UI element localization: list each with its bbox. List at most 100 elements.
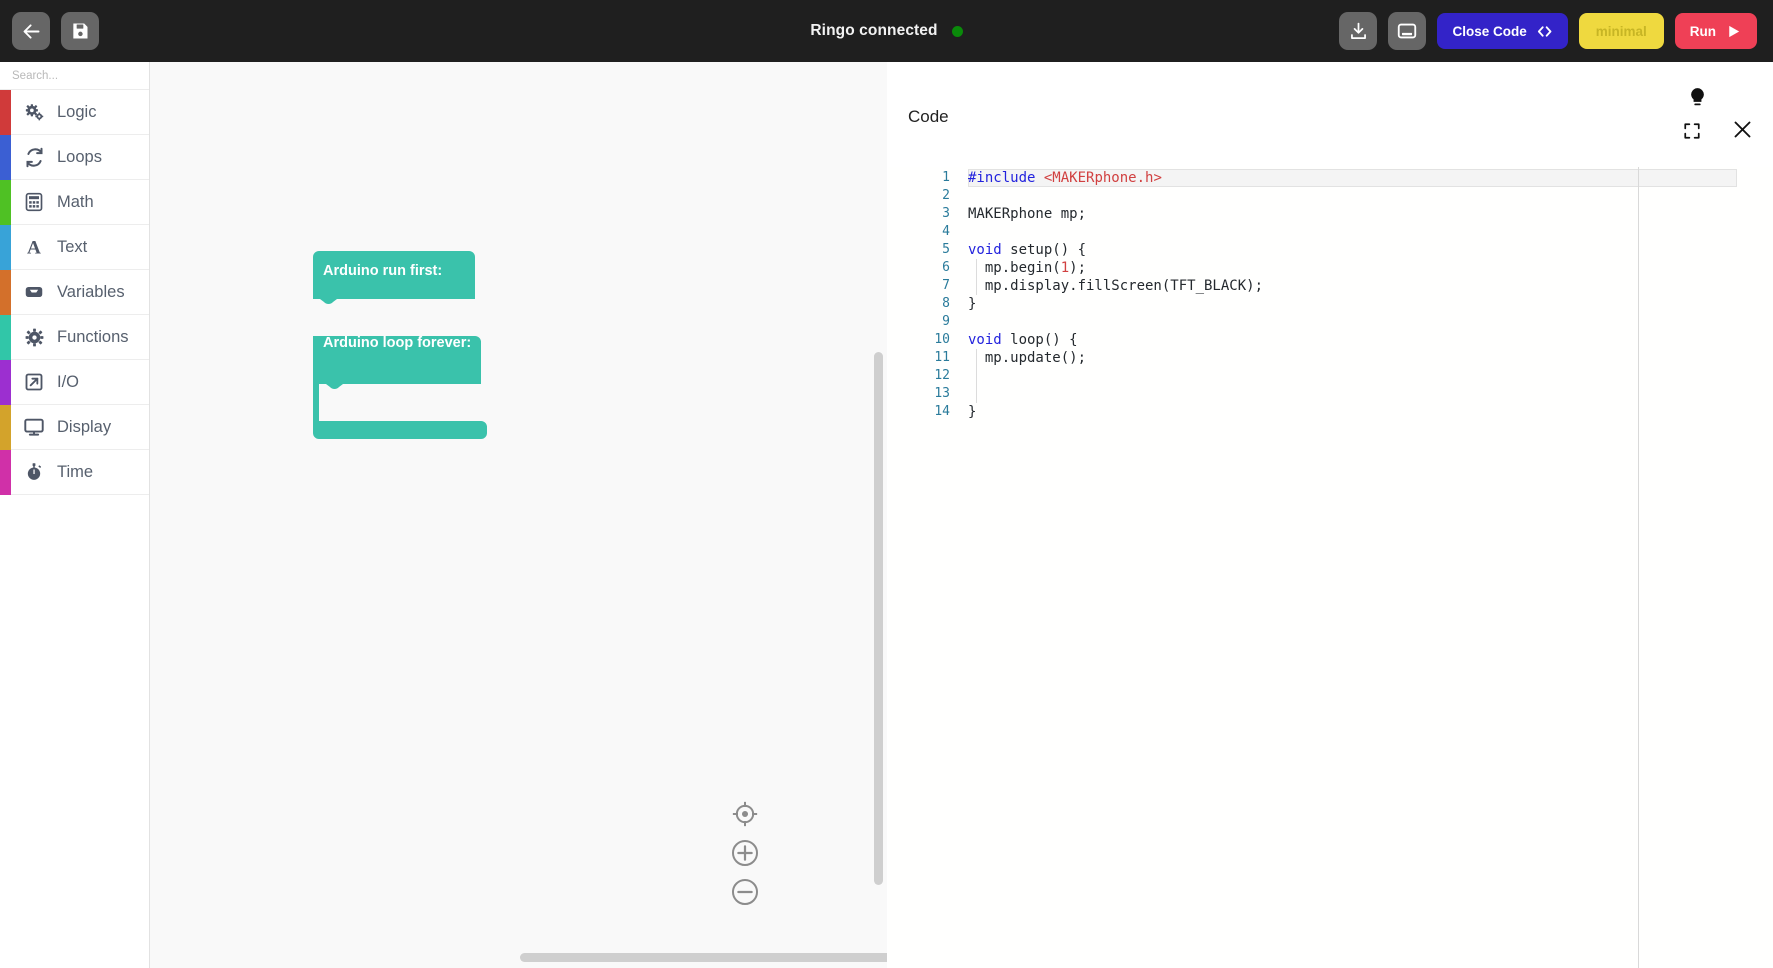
close-code-label: Close Code: [1452, 23, 1527, 39]
sidebar-item-label: Text: [57, 237, 88, 256]
line-number: 14: [934, 404, 950, 419]
line-number: 4: [942, 224, 950, 239]
line-content: mp.display.fillScreen(TFT_BLACK);: [968, 278, 1264, 294]
category-color-stripe: [0, 450, 11, 495]
sidebar-search-row: [0, 62, 166, 90]
line-number: 3: [942, 206, 950, 221]
connection-status-dot: [951, 25, 963, 37]
plus-circle-icon[interactable]: [731, 839, 759, 867]
sidebar-item-io[interactable]: I/O: [0, 360, 149, 405]
line-number: 6: [942, 260, 950, 275]
sidebar-item-loops[interactable]: Loops: [0, 135, 149, 180]
arduino-blocks-svg[interactable]: [313, 251, 533, 451]
line-content: MAKERphone mp;: [968, 206, 1087, 222]
sidebar-item-label: Functions: [57, 327, 129, 346]
calculator-icon: [19, 192, 49, 212]
inbox-tray-icon: [19, 281, 49, 303]
category-color-stripe: [0, 225, 11, 270]
code-panel-title: Code: [908, 107, 949, 126]
download-button[interactable]: [1339, 12, 1378, 50]
indent-guide: [976, 259, 977, 295]
run-button[interactable]: Run: [1674, 13, 1757, 49]
code-editor[interactable]: 1 #include <MAKERphone.h> 2 3 MAKERphone…: [888, 167, 1773, 968]
line-number: 8: [942, 296, 950, 311]
workspace-horizontal-scrollbar[interactable]: [520, 953, 887, 962]
line-number: 13: [934, 386, 950, 401]
line-number: 10: [934, 332, 950, 347]
save-button[interactable]: [61, 12, 99, 50]
sidebar-item-time[interactable]: Time: [0, 450, 149, 495]
top-toolbar: Ringo connected Close Code minimal Run: [0, 0, 1773, 62]
line-number: 12: [934, 368, 950, 383]
line-content: }: [968, 296, 977, 312]
indent-guide: [976, 349, 977, 403]
connection-label: Ringo connected: [810, 22, 938, 39]
category-color-stripe: [0, 315, 11, 360]
block-label-run-first: Arduino run first:: [323, 263, 443, 279]
category-color-stripe: [0, 180, 11, 225]
line-number: 1: [942, 170, 950, 185]
search-input[interactable]: [12, 69, 166, 82]
category-color-stripe: [0, 135, 11, 180]
line-number: 2: [942, 188, 950, 203]
sidebar-item-functions[interactable]: Functions: [0, 315, 149, 360]
monitor-icon: [19, 416, 49, 438]
arrow-out-square-icon: [19, 372, 49, 392]
minimal-button[interactable]: minimal: [1578, 13, 1664, 49]
sidebar-item-label: I/O: [57, 372, 80, 391]
fullscreen-expand-icon[interactable]: [1683, 122, 1701, 140]
minus-circle-icon[interactable]: [731, 878, 759, 906]
category-list: Logic Loops Math A Text Variables Functi…: [0, 90, 149, 495]
sidebar-item-label: Logic: [57, 102, 97, 121]
loop-refresh-icon: [19, 147, 49, 168]
line-number: 11: [934, 350, 950, 365]
svg-text:A: A: [27, 237, 41, 258]
layout-toggle-button[interactable]: [1388, 12, 1427, 50]
category-color-stripe: [0, 405, 11, 450]
sidebar-item-text[interactable]: A Text: [0, 225, 149, 270]
category-color-stripe: [0, 360, 11, 405]
line-content: #include <MAKERphone.h>: [968, 170, 1162, 186]
line-number: 5: [942, 242, 950, 257]
line-content: }: [968, 404, 977, 420]
lightbulb-icon[interactable]: [1688, 87, 1707, 109]
sidebar-item-logic[interactable]: Logic: [0, 90, 149, 135]
stopwatch-icon: [19, 462, 49, 482]
line-content: mp.update();: [968, 350, 1087, 366]
workspace-vertical-scrollbar[interactable]: [874, 352, 883, 885]
gears-icon: [19, 102, 49, 123]
sidebar-item-label: Math: [57, 192, 94, 211]
panel-layout-icon: [1398, 23, 1417, 39]
block-label-loop-forever: Arduino loop forever:: [323, 335, 472, 351]
close-x-icon[interactable]: [1732, 119, 1753, 140]
download-icon: [1351, 22, 1366, 39]
line-number: 7: [942, 278, 950, 293]
print-margin-ruler: [1638, 167, 1639, 968]
code-chevrons-icon: [1536, 23, 1553, 40]
run-label: Run: [1689, 23, 1716, 39]
gear-icon: [19, 327, 49, 348]
letter-a-icon: A: [19, 236, 49, 258]
line-content: void setup() {: [968, 242, 1087, 258]
play-triangle-icon: [1729, 25, 1740, 37]
sidebar-item-math[interactable]: Math: [0, 180, 149, 225]
workspace-zoom-controls: [731, 800, 759, 906]
block-stack[interactable]: Arduino run first: Arduino loop forever:: [313, 251, 533, 456]
category-color-stripe: [0, 90, 11, 135]
sidebar-item-label: Display: [57, 417, 112, 436]
block-category-sidebar: Logic Loops: [0, 62, 166, 968]
line-content: void loop() {: [968, 332, 1078, 348]
sidebar-item-label: Variables: [57, 282, 125, 301]
minimal-label: minimal: [1595, 23, 1647, 39]
line-content: mp.begin(1);: [968, 260, 1087, 276]
back-button[interactable]: [12, 12, 50, 50]
save-disk-icon: [73, 23, 88, 39]
code-panel-header: Code: [888, 62, 1773, 167]
sidebar-item-variables[interactable]: Variables: [0, 270, 149, 315]
crosshair-target-icon[interactable]: [731, 800, 759, 828]
category-color-stripe: [0, 270, 11, 315]
blockly-workspace[interactable]: Arduino run first: Arduino loop forever:: [150, 62, 887, 968]
sidebar-item-label: Time: [57, 462, 94, 481]
close-code-button[interactable]: Close Code: [1437, 13, 1568, 49]
sidebar-item-display[interactable]: Display: [0, 405, 149, 450]
